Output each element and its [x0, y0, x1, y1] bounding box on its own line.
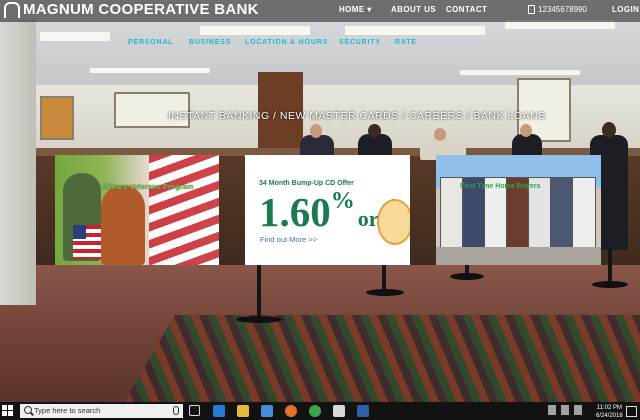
- person-head: [520, 124, 532, 137]
- promo-card-veterans[interactable]: Military Veterans Program: [55, 155, 219, 265]
- top-navbar: MAGNUM COOPERATIVE BANK HOME ▾ ABOUT US …: [0, 0, 640, 22]
- offer-seal-icon: [377, 199, 410, 245]
- taskbar-clock[interactable]: 11:02 PM 6/24/2018: [596, 404, 623, 420]
- photos-icon[interactable]: [357, 405, 369, 417]
- subnav-security[interactable]: SECURITY: [339, 39, 381, 46]
- stanchion-base: [592, 281, 628, 288]
- promo-title: First Time Home Buyers: [460, 183, 541, 190]
- tray-icon[interactable]: [561, 405, 569, 415]
- nav-about-us[interactable]: ABOUT US: [391, 5, 436, 14]
- person-head: [368, 124, 381, 138]
- find-out-more-link[interactable]: Find out More >>: [260, 235, 317, 244]
- notification-icon[interactable]: [626, 406, 637, 417]
- ceiling-light: [90, 68, 210, 73]
- queue-stanchion: [608, 248, 612, 284]
- subnav-rate[interactable]: RATE: [395, 39, 417, 46]
- search-icon: [24, 406, 32, 414]
- stanchion-base: [236, 316, 282, 323]
- sidewalk: [436, 247, 601, 265]
- phone-number[interactable]: 12345678990: [528, 5, 587, 14]
- queue-stanchion: [382, 263, 386, 291]
- subnav-personal[interactable]: PERSONAL: [128, 39, 173, 46]
- brand-logo[interactable]: MAGNUM COOPERATIVE BANK: [4, 1, 259, 18]
- phone-icon: [528, 5, 535, 14]
- person-head: [602, 122, 616, 138]
- or-text: or: [357, 206, 379, 231]
- girl-figure: [101, 185, 145, 265]
- percent-sign: %: [330, 188, 355, 214]
- login-link[interactable]: LOGIN: [612, 5, 639, 14]
- flag-stripes: [149, 155, 219, 265]
- microphone-icon[interactable]: [173, 406, 179, 415]
- brand-name: MAGNUM COOPERATIVE BANK: [23, 1, 259, 18]
- us-flag: [73, 225, 101, 259]
- promo-title: 34 Month Bump-Up CD Offer: [259, 180, 354, 187]
- chrome-icon[interactable]: [309, 405, 321, 417]
- ceiling-light: [345, 26, 485, 35]
- rate-value: 1.60: [259, 189, 331, 235]
- nav-contact[interactable]: CONTACT: [446, 5, 487, 14]
- tray-icon[interactable]: [548, 405, 556, 415]
- promo-card-cd-rate[interactable]: 34 Month Bump-Up CD Offer 1.60%or1.75% F…: [245, 155, 410, 265]
- notepad-icon[interactable]: [333, 405, 345, 417]
- services-tagline: INSTANT BANKING / NEW MASTER CARDS / CAR…: [168, 110, 546, 122]
- townhouse: [550, 177, 574, 251]
- nav-home[interactable]: HOME ▾: [339, 5, 372, 14]
- queue-stanchion: [257, 263, 261, 318]
- windows-start-icon[interactable]: [2, 405, 14, 417]
- stanchion-base: [366, 289, 404, 296]
- search-placeholder: Type here to search: [34, 406, 101, 415]
- tray-icon[interactable]: [574, 405, 582, 415]
- pillar: [0, 20, 36, 305]
- edge-icon[interactable]: [213, 405, 225, 417]
- file-explorer-icon[interactable]: [237, 405, 249, 417]
- subnav-location-hours[interactable]: LOCATION & HOURS: [245, 39, 328, 46]
- windows-taskbar: Type here to search 11:02 PM 6/24/2018: [0, 402, 640, 420]
- bank-logo-icon: [4, 1, 20, 18]
- person-head: [310, 124, 322, 138]
- promo-title: Military Veterans Program: [101, 182, 194, 191]
- firefox-icon[interactable]: [285, 405, 297, 417]
- promo-card-home-buyers[interactable]: First Time Home Buyers: [436, 155, 601, 265]
- ceiling-light: [40, 32, 110, 41]
- taskbar-search-box[interactable]: Type here to search: [20, 404, 183, 418]
- clock-time: 11:02 PM: [596, 405, 622, 411]
- ceiling-light: [460, 70, 580, 75]
- stanchion-base: [450, 273, 484, 280]
- store-icon[interactable]: [261, 405, 273, 417]
- person-head: [434, 128, 446, 141]
- chevron-down-icon: ▾: [367, 5, 372, 14]
- phone-text: 12345678990: [538, 5, 587, 14]
- carpet: [105, 315, 640, 402]
- ceiling-light: [200, 26, 310, 35]
- subnav-business[interactable]: BUSINESS: [189, 39, 231, 46]
- wall-poster: [40, 96, 74, 140]
- task-view-icon[interactable]: [189, 405, 200, 416]
- clock-date: 6/24/2018: [596, 413, 623, 419]
- townhouse: [572, 177, 596, 251]
